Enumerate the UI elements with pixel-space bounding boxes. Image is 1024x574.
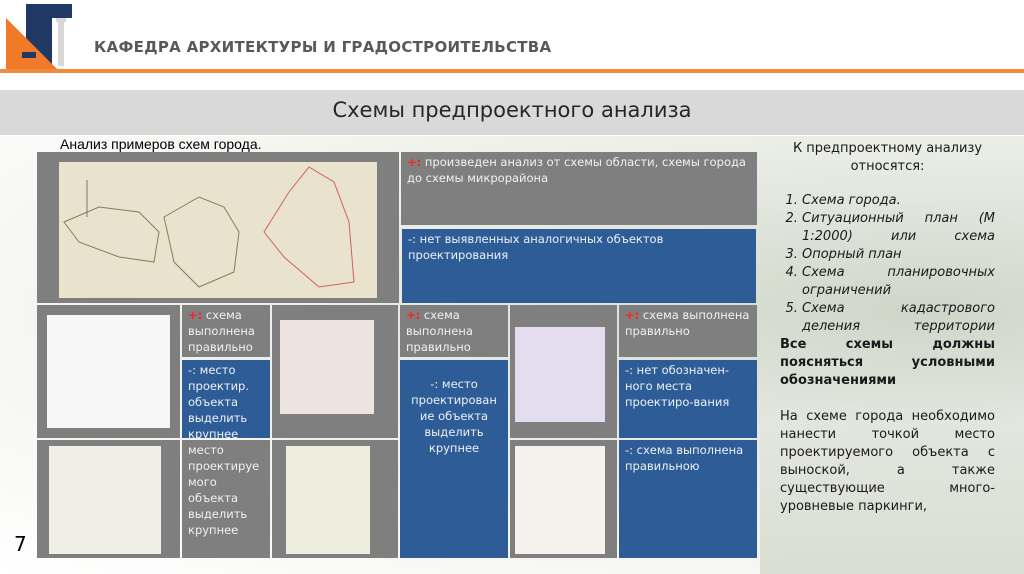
city-scheme-instructions: На схеме города необходимо нанести точко… — [780, 409, 995, 514]
scheme1-minus-cell: -: место проектир. объекта выделить круп… — [182, 360, 270, 441]
scheme3-plus-cell: +: схема выполнена правильно — [400, 305, 508, 357]
requirements-list: Схема города. Ситуационный план (М 1:200… — [780, 192, 995, 336]
department-logo — [6, 4, 72, 70]
list-item: Схема города. — [802, 192, 995, 210]
list-item: Схема кадастрового деления территории — [802, 300, 995, 336]
slide-subtitle: Анализ примеров схем города. — [60, 136, 262, 152]
header-divider — [0, 69, 1024, 73]
city-scheme-image-3 — [510, 305, 617, 438]
department-name: КАФЕДРА АРХИТЕКТУРЫ И ГРАДОСТРОИТЕЛЬСТВА — [94, 38, 552, 56]
city-scheme-image-4 — [37, 440, 180, 558]
scheme5-plus-cell: +: схема выполнена правильно — [619, 305, 757, 357]
regional-map-image — [37, 152, 399, 303]
scheme6-note-cell: -: схема выполнена правильною — [619, 440, 757, 558]
city-scheme-image-1 — [37, 305, 180, 438]
page-number: 7 — [14, 532, 27, 556]
city-scheme-image-6 — [510, 440, 617, 558]
city-scheme-image-2 — [272, 305, 398, 438]
requirements-heading: К предпроектному анализу относятся: — [792, 141, 983, 174]
city-scheme-image-5 — [272, 440, 398, 558]
legend-note: Все схемы должны поясняться условными об… — [780, 337, 995, 388]
scheme3-minus-cell: -: место проектирован ие объекта выделит… — [400, 360, 508, 558]
analysis-minus-cell: -: нет выявленных аналогичных объектов п… — [402, 229, 756, 303]
scheme4-note-cell: место проектируе мого объекта выделить к… — [182, 440, 270, 558]
slide-title: Схемы предпроектного анализа — [332, 98, 692, 122]
requirements-text: К предпроектному анализу относятся: Схем… — [780, 140, 995, 516]
map-drawing — [63, 166, 355, 288]
scheme1-plus-cell: +: схема выполнена правильно — [182, 305, 270, 357]
analysis-plus-cell: +: произведен анализ от схемы области, с… — [401, 152, 757, 225]
list-item: Опорный план — [802, 246, 995, 264]
list-item: Схема планировочных ограничений — [802, 264, 995, 300]
list-item: Ситуационный план (М 1:2000) или схема — [802, 210, 995, 246]
scheme5-minus-cell: -: нет обозначен-ного места проектиро-ва… — [619, 360, 757, 438]
